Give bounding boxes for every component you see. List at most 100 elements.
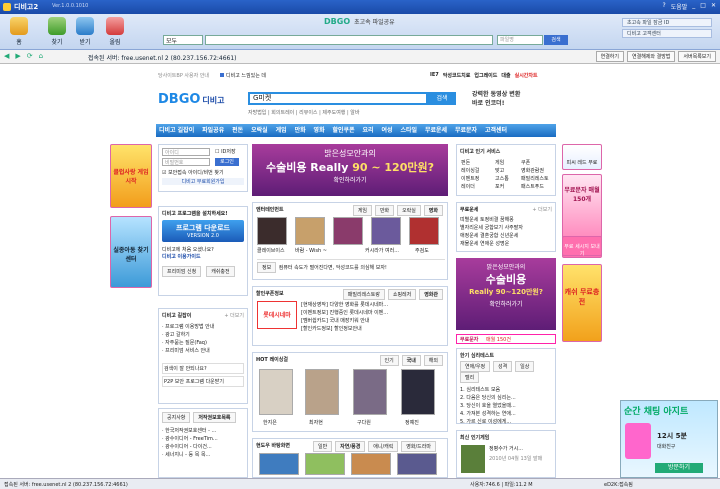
test-item[interactable]: 1. 심리테스트 모음 [460,386,552,394]
search-category-select[interactable]: 모두 [163,35,203,45]
close-button[interactable]: ✕ [711,2,716,11]
ent-tab-movie[interactable]: 영화 [423,205,443,216]
popular-item[interactable]: 펀돈 [461,159,491,167]
program-download-button[interactable]: 프로그램 다운로드 VERSION 2.0 [162,220,244,242]
nav-women[interactable]: 여성 [379,124,396,137]
game-text[interactable]: 정평수가 거시... [489,445,553,452]
test-tab[interactable]: 텔리 [460,372,480,383]
right-eye-clinic-banner[interactable]: 밝은성모안과의 수술비용 Really 90~120만원? 확인하러가기 [456,258,556,330]
fortune-more-link[interactable]: + 더보기 [532,206,552,213]
signup-link[interactable]: 디비고 무료회원가입 [162,178,244,185]
server-list-button[interactable]: 서버목록보기 [678,51,716,62]
popular-item[interactable]: 레이싱걸 [461,167,491,175]
right-ad-pcred[interactable]: 피씨 레드 무료 [562,144,602,170]
popular-item[interactable]: 영화관람권 [521,167,555,175]
racing-caption[interactable]: 한지은 [263,419,277,426]
tab-copyright[interactable]: 저작권보호목록 [193,412,236,423]
test-item[interactable]: 3. 당신이 호을 열었을때... [460,402,552,410]
upgrade-link[interactable]: 업그레이드 [474,72,497,79]
help-button[interactable]: 도움말 [671,2,688,11]
chat-popup[interactable]: 순간 채팅 아지트 12시 5분 대화친구 방문하기 [620,400,718,478]
search-button[interactable]: 찾기 [44,17,70,47]
guide-item[interactable]: · 자주묻는 질문(Faq) [162,339,244,347]
login-id-input[interactable]: 아이디 [162,148,210,156]
notice-item[interactable]: · 광수이디어 - 다이건... [162,443,244,451]
lotte-cinema-logo[interactable]: 롯데시네마 [257,301,297,329]
connect-button[interactable]: 연결하기 [595,51,624,62]
ent-caption[interactable]: 클레이브이스 [257,247,285,254]
secure-login[interactable]: ☑ 보안접속 아이디/비번 찾기 [162,169,244,176]
wallpaper-thumb[interactable] [259,453,299,475]
popular-item[interactable]: 포커 [495,183,519,191]
test-tab[interactable]: 성격 [493,361,513,372]
nav-sms[interactable]: 무료문자 [452,124,480,137]
wp-tab-nature[interactable]: 자연/풍경 [335,441,366,452]
minimize-button[interactable]: _ [692,2,695,11]
nav-game[interactable]: 게임 [273,124,290,137]
search-help-link[interactable]: 검색이 잘 안되나요? [162,363,244,374]
guide-item[interactable]: · 프로그램 이용방법 안내 [162,323,244,331]
left-ad-club[interactable]: 클럽사랑 게임시작 [110,144,152,208]
nav-fileshare[interactable]: 파일공유 [199,124,227,137]
wallpaper-thumb[interactable] [351,453,391,475]
ent-tab-arcade[interactable]: 오락실 [397,205,421,216]
coupon-tab-restaurant[interactable]: 패밀리레스토랑 [342,289,385,300]
save-id-checkbox[interactable]: ☐ ID저장 [215,148,236,155]
coupon-tab-shopping[interactable]: 쇼핑레저 [387,289,417,300]
coupon-item[interactable]: [현재상영작] 다양한 영화를 롯데시네마... [301,301,445,309]
disconnect-button[interactable]: 연결해제와 결방법 [627,51,676,62]
chart-link[interactable]: 실시간차트 [515,72,538,79]
ent-footer[interactable]: 정보 컴퓨터 속도가 떨어진다면, 악성코드를 의심해 보자! [257,259,445,273]
home-nav-icon[interactable]: ⌂ [39,52,43,60]
nav-fortune[interactable]: 무료운세 [422,124,450,137]
forward-icon[interactable]: ▶ [15,52,20,60]
free-sms-bar[interactable]: 무료문자 매월 150건 [456,334,556,344]
main-search-input[interactable]: G미켓 [248,92,428,105]
ent-caption[interactable]: 주검도 [415,247,429,254]
guide-more-link[interactable]: + 더보기 [224,312,244,319]
racing-caption[interactable]: 구다원 [357,419,371,426]
download-button[interactable]: 받기 [72,17,98,47]
malware-link[interactable]: 악성코드치료 [443,72,471,79]
wp-tab-anime[interactable]: 애니/캐릭 [368,441,399,452]
ie7-link[interactable]: IE7 [430,72,439,79]
nav-support[interactable]: 고객센터 [482,124,510,137]
ent-thumb[interactable] [257,217,287,245]
popular-item[interactable]: 쿠폰 [521,159,555,167]
nav-movie[interactable]: 영화 [311,124,328,137]
main-search-button[interactable]: 검색 [428,92,456,105]
popular-item[interactable]: 패밀리레스토 [521,175,555,183]
p2p-security-link[interactable]: P2P 보안 프로그램 다운받기 [162,376,244,387]
ent-tab-comic[interactable]: 만화 [374,205,395,216]
popular-item[interactable]: 게임 [495,159,519,167]
popular-item[interactable]: 이벤트정 [461,175,491,183]
test-tab[interactable]: 연애/우정 [460,361,491,372]
login-button[interactable]: 로그인 [215,158,239,166]
ent-thumb[interactable] [409,217,439,245]
wp-tab-general[interactable]: 일반 [313,441,333,452]
find-account-link[interactable]: 아이디/비번 찾기 [188,170,223,176]
wallpaper-thumb[interactable] [305,453,345,475]
popular-item[interactable]: 패스트푸드 [521,183,555,191]
center-eye-clinic-banner[interactable]: 밝은성모안과의 수술비용 Really 90 ~ 120만원? 확인하러가기 [252,144,448,196]
search-input[interactable] [205,35,493,45]
ent-thumb[interactable] [371,217,401,245]
racing-caption[interactable]: 최자현 [309,419,323,426]
racing-photo[interactable] [401,369,435,415]
hot-keywords[interactable]: 자방법입 | 회의트레이 | 리뷰이스 | 제주도여행 | 알바 [248,109,359,116]
racing-photo[interactable] [259,369,293,415]
notice-item[interactable]: · 한국저작권보호센터 - ... [162,427,244,435]
notice-item[interactable]: · 세너지니 - 등 목 목... [162,451,244,459]
fortune-row[interactable]: 띠별운세 토정비결 꿈해몽 [460,216,552,224]
nav-coupon[interactable]: 할인쿠폰 [330,124,358,137]
ent-thumb[interactable] [295,217,325,245]
nav-cooking[interactable]: 요리 [360,124,377,137]
fortune-row[interactable]: 재물운세 연애운 성명운 [460,240,552,248]
nav-guide[interactable]: 디비고 길잡이 [156,124,197,137]
coupon-item[interactable]: [이벤트정보] 진행중인 롯데시네마 이벤... [301,309,445,317]
hot-tab-popular[interactable]: 인기 [379,355,399,366]
test-item[interactable]: 5. 가르 신로 이성에게... [460,418,552,426]
ent-caption[interactable]: 커시라가 여러... [365,247,399,254]
right-ad-cash[interactable]: 캐쉬 무료충전 [562,264,602,342]
loan-link[interactable]: 대출 [501,72,510,79]
